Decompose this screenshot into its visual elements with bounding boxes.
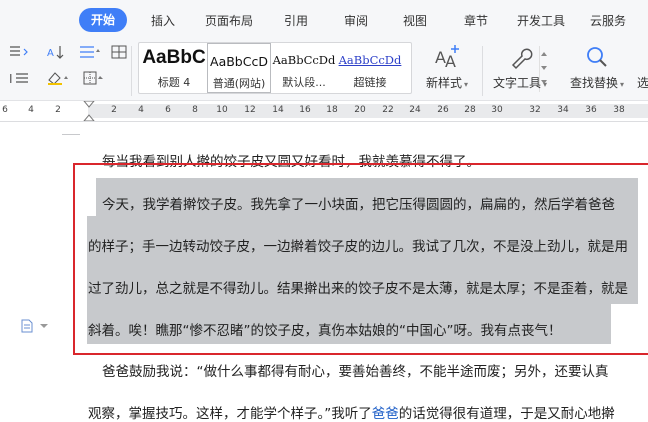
ruler-tick: 6: [165, 105, 171, 115]
ruler-tick: 16: [299, 105, 311, 115]
document-page[interactable]: 每当我看到别人擀的饺子皮又圆又好看时，我就羡慕得不得了。 今天，我学着擀饺子皮。…: [0, 122, 648, 422]
ruler-tick: 8: [192, 105, 198, 115]
svg-text:A: A: [445, 52, 456, 71]
search-icon: [566, 42, 628, 72]
margin-marker: [62, 134, 80, 135]
tab-review[interactable]: 审阅: [344, 12, 368, 29]
borders-icon[interactable]: [82, 70, 108, 90]
tab-page-layout[interactable]: 页面布局: [205, 12, 253, 29]
ruler-tick: 18: [326, 105, 338, 115]
table-border-icon[interactable]: [110, 44, 128, 64]
new-style-icon: AA: [420, 42, 474, 72]
separator: [131, 46, 132, 96]
ruler-tick: 22: [382, 105, 394, 115]
ruler-tick: 30: [491, 105, 503, 115]
wrench-icon: [488, 42, 552, 72]
style-hyperlink[interactable]: AaBbCcDd 超链接: [337, 43, 403, 93]
tab-home[interactable]: 开始: [79, 8, 128, 32]
ribbon-tabs: 开始 插入 页面布局 引用 审阅 视图 章节 开发工具 云服务: [0, 0, 648, 40]
ruler-tick: 10: [216, 105, 228, 115]
tab-references[interactable]: 引用: [284, 12, 308, 29]
ruler-tick: 6: [2, 105, 8, 115]
line-spacing-icon[interactable]: [78, 44, 102, 64]
chevron-down-icon: ▾: [620, 80, 625, 89]
styles-gallery: AaBbC 标题 4 AaBbCcD 普通(网站) AaBbCcDd 默认段..…: [138, 42, 547, 94]
shading-icon[interactable]: [46, 70, 72, 90]
text-tools-button[interactable]: 文字工具 ▾: [488, 42, 552, 91]
tab-insert[interactable]: 插入: [151, 12, 175, 29]
document-map-icon[interactable]: [20, 318, 50, 337]
ruler-tick: 36: [585, 105, 597, 115]
ruler-tick: 4: [28, 105, 34, 115]
svg-text:I: I: [9, 72, 13, 86]
link-text[interactable]: 爸爸: [372, 406, 399, 422]
ruler-tick: 2: [55, 105, 61, 115]
style-heading4[interactable]: AaBbC 标题 4: [141, 43, 207, 93]
style-normal-web[interactable]: AaBbCcD 普通(网站): [207, 43, 271, 93]
indent-icon[interactable]: [8, 44, 30, 64]
ruler-tick: 4: [138, 105, 144, 115]
ruler-tick: 12: [244, 105, 256, 115]
ruler-tick: 32: [529, 105, 541, 115]
paragraph-line: 观察，掌握技巧。这样，才能学个样子。”我听了爸爸的话觉得很有道理，于是又耐心地擀: [88, 406, 615, 422]
tab-view[interactable]: 视图: [403, 12, 427, 29]
annotation-box: [73, 163, 648, 355]
text-indent-icon[interactable]: I: [8, 70, 32, 90]
ruler-tick: 26: [437, 105, 449, 115]
paragraph-line: 爸爸鼓励我说：“做什么事都得有耐心，要善始善终，不能半途而废；另外，还要认真: [102, 364, 609, 380]
ruler-tick: 38: [613, 105, 625, 115]
separator: [482, 46, 483, 96]
find-replace-button[interactable]: 查找替换 ▾: [566, 42, 628, 91]
select-icon: [636, 42, 648, 72]
ruler-tick: 28: [464, 105, 476, 115]
chevron-down-icon: ▾: [543, 80, 548, 89]
ruler-tick: 24: [409, 105, 421, 115]
tab-section[interactable]: 章节: [464, 12, 488, 29]
ruler-tick: 34: [557, 105, 569, 115]
horizontal-ruler[interactable]: 6 4 2 2 4 6 8 10 12 14 16 18 20 22 24 26…: [0, 101, 648, 122]
chevron-down-icon: ▾: [464, 80, 469, 89]
ruler-tick: 2: [111, 105, 117, 115]
new-style-button[interactable]: AA 新样式 ▾: [420, 42, 474, 91]
tab-developer[interactable]: 开发工具: [517, 12, 565, 29]
select-button[interactable]: 选: [636, 42, 648, 91]
style-default-paragraph[interactable]: AaBbCcDd 默认段...: [271, 43, 337, 93]
svg-text:A: A: [47, 48, 54, 59]
indent-marker-icon[interactable]: [82, 101, 96, 121]
sort-icon[interactable]: A: [46, 44, 68, 64]
ruler-tick: 20: [354, 105, 366, 115]
tab-cloud-service[interactable]: 云服务: [590, 12, 626, 29]
ruler-tick: 14: [272, 105, 284, 115]
ribbon-toolbar: A I AaBbC 标题 4 AaBbCcD 普通(网站) AaBbCcDd 默…: [0, 40, 648, 101]
